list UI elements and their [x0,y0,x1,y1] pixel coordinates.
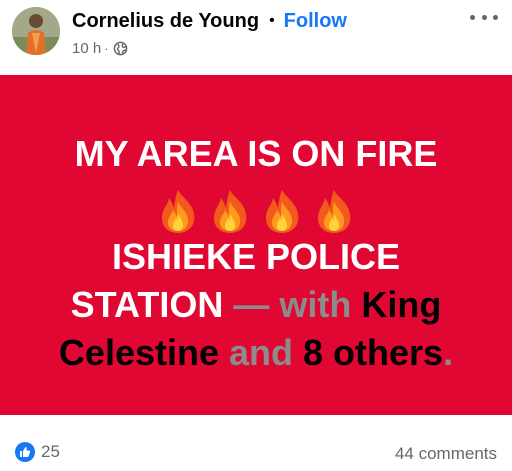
meta-separator: · [104,40,109,56]
fire-icon [161,190,195,233]
tagged-person-first[interactable]: King [361,284,441,325]
separator-dot: • [269,12,275,29]
and-text: and [219,332,304,373]
fire-icon [213,190,247,233]
author-name[interactable]: Cornelius de Young [72,10,259,33]
comments-count[interactable]: 44 comments [395,444,497,464]
reaction-count: 25 [41,442,60,461]
more-dot [481,14,487,20]
more-dot [493,14,498,20]
fire-icon [317,190,351,233]
post-footer: 25 44 comments [0,415,512,471]
banner-line-1: MY AREA IS ON FIRE [74,133,438,174]
tagged-others-link[interactable]: 8 others [303,332,443,373]
period-text: . [443,332,454,373]
tagged-person-last[interactable]: Celestine [59,332,219,373]
post-header: Cornelius de Young • Follow 10 h · [0,0,512,72]
reaction-summary[interactable]: 25 [15,442,60,462]
more-options-icon[interactable] [470,10,498,24]
facebook-post: Cornelius de Young • Follow 10 h · MY AR… [0,0,512,471]
text-post-banner: MY AREA IS ON FIRE ISHIEKE POLICE STATIO… [0,75,512,415]
fire-icon [265,190,299,233]
post-timestamp[interactable]: 10 h [72,40,101,57]
avatar-image [12,7,60,55]
fire-emoji-row [0,188,512,234]
name-row: Cornelius de Young • Follow [72,8,347,34]
banner-line-3: ISHIEKE POLICE [111,236,401,277]
follow-button[interactable]: Follow [284,10,347,33]
globe-icon [113,41,127,55]
thumbs-up-icon [20,447,31,457]
avatar[interactable] [12,7,60,55]
post-meta: 10 h · [72,38,128,58]
location-text: STATION [70,284,224,325]
banner-line-5: Celestine and 8 others. [0,333,512,373]
with-text: — with [223,284,362,325]
like-icon [15,442,35,462]
banner-line-4: STATION — with King [0,285,512,325]
more-dot [470,14,475,20]
